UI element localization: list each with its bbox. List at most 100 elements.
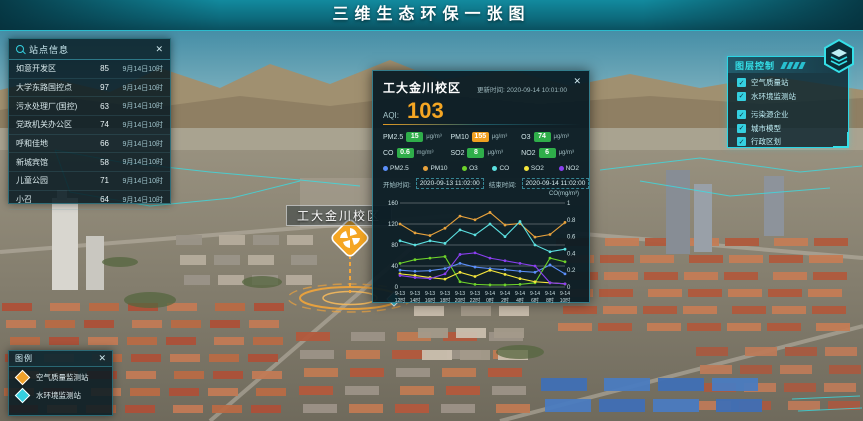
layer-checkbox[interactable] (737, 78, 746, 87)
station-row[interactable]: 呼和佳地 66 9月14日10时 (9, 135, 170, 154)
station-detail-popup: 工大金川校区 更新时间: 2020-09-14 10:01:00 AQI: 10… (372, 70, 590, 303)
station-row[interactable]: 大学东路国控点 97 9月14日10时 (9, 79, 170, 98)
pollutant-grid: PM2.5 15 μg/m³ PM10 155 μg/m³ O3 74 μg/m… (383, 132, 579, 158)
svg-text:9-14: 9-14 (500, 291, 510, 297)
station-list-panel: 站点信息 如意开发区 85 9月14日10时 大学东路国控点 97 9月14日1… (8, 38, 171, 204)
svg-text:12时: 12时 (395, 297, 406, 304)
station-row[interactable]: 如意开发区 85 9月14日10时 (9, 60, 170, 79)
svg-text:10时: 10时 (560, 297, 571, 304)
aqi-value: 103 (407, 101, 444, 121)
svg-text:9-14: 9-14 (515, 291, 525, 297)
station-panel-title: 站点信息 (29, 43, 155, 56)
layer-label: 水环境监测站 (751, 91, 796, 102)
svg-text:4时: 4时 (516, 297, 524, 304)
station-name: 小召 (16, 194, 89, 205)
pollutant-value-badge: 15 (406, 132, 423, 142)
pollutant-value-badge: 74 (534, 132, 551, 142)
map-legend-panel: 图例 空气质量监测站 水环境监测站 (8, 350, 113, 416)
layer-item[interactable]: 水环境监测站 (728, 90, 848, 104)
svg-text:9-14: 9-14 (545, 291, 555, 297)
pollutant-value-badge: 6 (539, 148, 556, 158)
legend-marker-icon (15, 388, 31, 404)
legend-item[interactable]: PM10 (423, 165, 447, 172)
layers-hexagon-icon[interactable] (821, 38, 857, 74)
time-range-row: 开始时间: 2020-09-13 11:02:00 结束时间: 2020-09-… (383, 178, 579, 189)
pollutant-item: CO 0.6 mg/m³ (383, 148, 450, 158)
start-time-label: 开始时间: (383, 179, 411, 189)
station-name: 儿童公园 (16, 175, 89, 186)
legend-item[interactable]: O3 (462, 165, 478, 172)
pollutant-name: PM10 (450, 134, 468, 141)
station-update-time: 9月14日10时 (109, 157, 163, 167)
layer-checkbox[interactable] (737, 137, 746, 146)
pollutant-unit: μg/m³ (492, 134, 507, 140)
station-aqi-value: 64 (89, 195, 109, 204)
legend-item[interactable]: PM2.5 (383, 165, 409, 172)
svg-text:22时: 22时 (470, 297, 481, 304)
legend-label: CO (499, 165, 509, 172)
station-update-time: 9月14日10时 (109, 139, 163, 149)
legend-close-icon[interactable] (98, 354, 106, 363)
start-time-input[interactable]: 2020-09-13 11:02:00 (416, 178, 484, 189)
svg-text:0时: 0时 (486, 297, 494, 304)
station-aqi-value: 58 (89, 158, 109, 167)
legend-dot-icon (559, 166, 564, 171)
end-time-input[interactable]: 2020-09-14 11:02:00 (522, 178, 590, 189)
pollutant-item: SO2 8 μg/m³ (450, 148, 521, 158)
aqi-underline (383, 124, 581, 125)
layer-item[interactable]: 污染源企业 (728, 108, 848, 122)
legend-dot-icon (383, 166, 388, 171)
panel-corner-accent (833, 132, 849, 148)
station-row[interactable]: 新城宾馆 58 9月14日10时 (9, 153, 170, 172)
popup-header: 工大金川校区 更新时间: 2020-09-14 10:01:00 (383, 71, 579, 96)
station-row[interactable]: 小召 64 9月14日10时 (9, 191, 170, 210)
svg-text:18时: 18时 (440, 297, 451, 304)
legend-item[interactable]: SO2 (524, 165, 544, 172)
layer-checkbox[interactable] (737, 124, 746, 133)
pollutant-item: PM2.5 15 μg/m³ (383, 132, 450, 142)
svg-text:20时: 20时 (455, 297, 466, 304)
app-header: 三维生态环保一张图 (0, 0, 863, 31)
pollutant-value-badge: 8 (467, 148, 484, 158)
update-time-value: 2020-09-14 10:01:00 (507, 87, 567, 94)
station-aqi-value: 85 (89, 64, 109, 73)
svg-text:6时: 6时 (531, 297, 539, 304)
map-legend-item: 空气质量监测站 (9, 367, 112, 385)
station-update-time: 9月14日10时 (109, 195, 163, 205)
station-name: 呼和佳地 (16, 138, 89, 149)
layer-label: 空气质量站 (751, 77, 789, 88)
legend-item[interactable]: NO2 (559, 165, 579, 172)
svg-text:9-13: 9-13 (395, 291, 405, 297)
station-row[interactable]: 儿童公园 71 9月14日10时 (9, 172, 170, 191)
svg-text:0.2: 0.2 (567, 268, 576, 274)
layer-item[interactable]: 城市模型 (728, 122, 848, 136)
legend-item[interactable]: CO (492, 165, 509, 172)
svg-text:2时: 2时 (501, 297, 509, 304)
station-name: 新城宾馆 (16, 157, 89, 168)
page-title: 三维生态环保一张图 (0, 0, 863, 30)
legend-label: O3 (469, 165, 478, 172)
pollutant-name: O3 (521, 134, 530, 141)
layer-label: 行政区划 (751, 136, 781, 147)
station-aqi-value: 71 (89, 176, 109, 185)
layer-list: 空气质量站 水环境监测站 污染源企业 城市模型 (728, 73, 848, 149)
svg-text:9-13: 9-13 (470, 291, 480, 297)
station-row[interactable]: 污水处理厂(国控) 63 9月14日10时 (9, 97, 170, 116)
svg-text:9-14: 9-14 (485, 291, 495, 297)
pollutant-unit: μg/m³ (559, 150, 574, 156)
map-legend-list: 空气质量监测站 水环境监测站 (9, 367, 112, 403)
layer-item[interactable]: 空气质量站 (728, 76, 848, 90)
pollutant-unit: mg/m³ (417, 150, 434, 156)
station-row[interactable]: 党政机关办公区 74 9月14日10时 (9, 116, 170, 135)
layer-checkbox[interactable] (737, 110, 746, 119)
legend-label: SO2 (531, 165, 544, 172)
layer-item[interactable]: 行政区划 (728, 135, 848, 149)
popup-close-icon[interactable] (573, 77, 581, 86)
station-update-time: 9月14日10时 (109, 64, 163, 74)
svg-text:8时: 8时 (546, 297, 554, 304)
aqi-label: AQI: (383, 111, 399, 120)
update-time: 更新时间: 2020-09-14 10:01:00 (477, 84, 567, 94)
close-icon[interactable] (155, 45, 163, 54)
layer-checkbox[interactable] (737, 92, 746, 101)
svg-text:1: 1 (567, 201, 571, 207)
